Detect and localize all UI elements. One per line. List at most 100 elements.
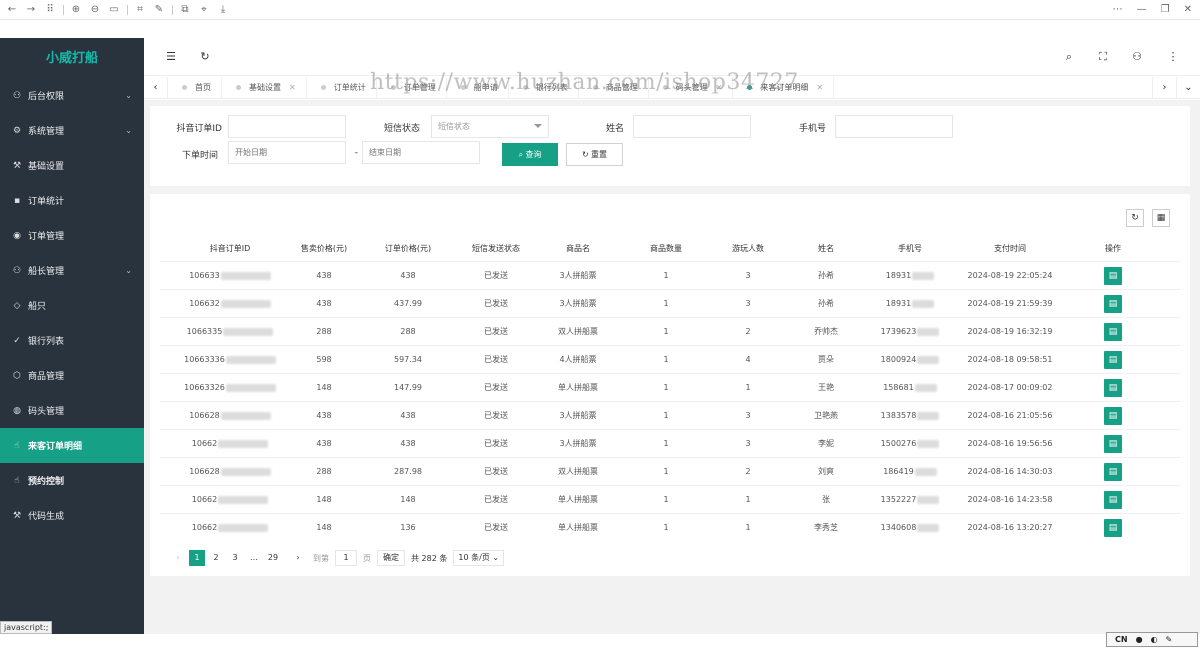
tab[interactable]: 基础设置 ✕ (222, 76, 307, 99)
table-row[interactable]: 106633 438 438 已发送 3人拼船票 1 3 孙希 18931 2024-08-19 … (160, 261, 1180, 289)
tab-menu-icon[interactable]: ⌄ (1176, 77, 1200, 99)
sidebar-item[interactable]: ▪ 订单统计 (0, 183, 144, 218)
tab[interactable]: 船申请 (447, 76, 509, 99)
extensions-icon[interactable]: ⧉ (179, 4, 191, 16)
tab[interactable]: 订单管理 (377, 76, 447, 99)
detail-icon[interactable]: ▤ (1104, 519, 1122, 537)
more-icon[interactable]: ⋯ (1113, 4, 1123, 16)
forward-icon[interactable]: → (25, 4, 37, 16)
start-date-input[interactable] (228, 141, 346, 164)
more-vertical-icon[interactable]: ⋮ (1166, 50, 1180, 64)
page-3[interactable]: 3 (227, 550, 243, 566)
tab-next-icon[interactable]: › (1152, 77, 1176, 99)
column-header[interactable]: 游玩人数 (708, 238, 788, 260)
sidebar-item[interactable]: ◇ 船只 (0, 288, 144, 323)
name-input[interactable] (633, 115, 751, 138)
sidebar-item[interactable]: ☝ 来客订单明细 (0, 428, 144, 463)
reader-icon[interactable]: ▭ (108, 4, 120, 16)
wrench-icon[interactable]: ✎ (1166, 633, 1173, 646)
sidebar-item[interactable]: ⚒ 代码生成 (0, 498, 144, 533)
detail-icon[interactable]: ▤ (1104, 491, 1122, 509)
query-button[interactable]: ⌕ 查询 (502, 143, 558, 166)
column-header[interactable]: 抖音订单ID (170, 238, 290, 260)
sidebar-item[interactable]: ✓ 银行列表 (0, 323, 144, 358)
ime-language[interactable]: CN (1115, 633, 1128, 646)
column-header[interactable]: 商品数量 (622, 238, 710, 260)
goto-page-input[interactable]: 1 (335, 550, 357, 566)
zoom-out-icon[interactable]: ⊖ (89, 4, 101, 16)
table-row[interactable]: 106628 288 287.98 已发送 双人拼船票 1 2 刘爽 186419 2024-08… (160, 457, 1180, 485)
page-last[interactable]: 29 (265, 550, 281, 566)
table-row[interactable]: 106632 438 437.99 已发送 3人拼船票 1 3 孙希 18931 2024-08-… (160, 289, 1180, 317)
next-page-icon[interactable]: › (290, 550, 306, 566)
column-header[interactable]: 短信发送状态 (452, 238, 540, 260)
page-1[interactable]: 1 (189, 550, 205, 566)
tab[interactable]: 首页 (168, 76, 222, 99)
menu-toggle-icon[interactable]: ☰ (164, 50, 178, 64)
screenshot-icon[interactable]: ⌖ (198, 4, 210, 16)
download-icon[interactable]: ⤓ (217, 4, 229, 16)
end-date-input[interactable] (362, 141, 480, 164)
microphone-icon[interactable]: ● (1136, 633, 1143, 646)
sidebar-item[interactable]: ☝ 预约控制 (0, 463, 144, 498)
minimize-icon[interactable]: — (1137, 4, 1147, 16)
sidebar-item[interactable]: ⚇ 船长管理 ⌄ (0, 253, 144, 288)
column-header[interactable]: 手机号 (868, 238, 952, 260)
search-icon[interactable]: ⌕ (1062, 50, 1076, 64)
tab-prev-icon[interactable]: ‹ (144, 76, 168, 99)
table-row[interactable]: 106628 438 438 已发送 3人拼船票 1 3 卫艳燕 1383578 2024-08-… (160, 401, 1180, 429)
detail-icon[interactable]: ▤ (1104, 323, 1122, 341)
table-row[interactable]: 10662 148 136 已发送 单人拼船票 1 1 李秀芝 1340608 2024-08-1… (160, 513, 1180, 541)
reset-button[interactable]: ↻ 重置 (566, 143, 623, 166)
column-header[interactable]: 售卖价格(元) (280, 238, 368, 260)
detail-icon[interactable]: ▤ (1104, 463, 1122, 481)
apps-grid-icon[interactable]: ⠿ (44, 4, 56, 16)
tab-close-icon[interactable]: ✕ (816, 83, 823, 92)
sidebar-item[interactable]: ◍ 码头管理 (0, 393, 144, 428)
moon-icon[interactable]: ◐ (1151, 633, 1158, 646)
detail-icon[interactable]: ▤ (1104, 351, 1122, 369)
restore-icon[interactable]: ❐ (1161, 4, 1170, 16)
sidebar-item[interactable]: ⚇ 后台权限 ⌄ (0, 78, 144, 113)
tab-close-icon[interactable]: ✕ (289, 83, 296, 92)
back-icon[interactable]: ← (6, 4, 18, 16)
detail-icon[interactable]: ▤ (1104, 407, 1122, 425)
detail-icon[interactable]: ▤ (1104, 295, 1122, 313)
page-size-select[interactable]: 10 条/页 ⌄ (453, 550, 505, 566)
detail-icon[interactable]: ▤ (1104, 435, 1122, 453)
prev-page-icon[interactable]: ‹ (170, 550, 186, 566)
tab[interactable]: 商品管理 (579, 76, 649, 99)
column-header[interactable]: 姓名 (788, 238, 864, 260)
column-header[interactable]: 商品名 (538, 238, 618, 260)
tab[interactable]: 银行列表 (509, 76, 579, 99)
column-header[interactable]: 操作 (1070, 238, 1156, 260)
table-row[interactable]: 10662 148 148 已发送 单人拼船票 1 1 张 1352227 2024-08-16 … (160, 485, 1180, 513)
edit-icon[interactable]: ✎ (153, 4, 165, 16)
user-icon[interactable]: ⚇ (1130, 50, 1144, 64)
tab[interactable]: 订单统计 (307, 76, 377, 99)
phone-input[interactable] (835, 115, 953, 138)
tab-close-icon[interactable]: ✕ (716, 83, 723, 92)
zoom-in-icon[interactable]: ⊕ (70, 4, 82, 16)
tab[interactable]: 来客订单明细 ✕ (733, 76, 835, 99)
order-id-input[interactable] (228, 115, 346, 138)
table-row[interactable]: 10662 438 438 已发送 3人拼船票 1 3 李妮 1500276 2024-08-16… (160, 429, 1180, 457)
page-2[interactable]: 2 (208, 550, 224, 566)
crop-icon[interactable]: ⌗ (134, 4, 146, 16)
sidebar-item[interactable]: ⚒ 基础设置 (0, 148, 144, 183)
column-header[interactable]: 订单价格(元) (364, 238, 452, 260)
table-row[interactable]: 1066335 288 288 已发送 双人拼船票 1 2 乔帅杰 1739623 2024-08… (160, 317, 1180, 345)
table-row[interactable]: 10663326 148 147.99 已发送 单人拼船票 1 1 王艳 158681 2024-… (160, 373, 1180, 401)
fullscreen-icon[interactable]: ⛶ (1096, 50, 1110, 64)
refresh-icon[interactable]: ↻ (198, 50, 212, 64)
goto-confirm-button[interactable]: 确定 (377, 550, 405, 566)
sms-status-select[interactable]: 短信状态 (431, 115, 549, 138)
sidebar-item[interactable]: ⬡ 商品管理 (0, 358, 144, 393)
column-header[interactable]: 支付时间 (950, 238, 1070, 260)
detail-icon[interactable]: ▤ (1104, 379, 1122, 397)
close-icon[interactable]: ✕ (1184, 4, 1192, 16)
tab[interactable]: 码头管理 ✕ (649, 76, 734, 99)
detail-icon[interactable]: ▤ (1104, 267, 1122, 285)
table-refresh-icon[interactable]: ↻ (1126, 209, 1144, 227)
sidebar-item[interactable]: ⚙ 系统管理 ⌄ (0, 113, 144, 148)
